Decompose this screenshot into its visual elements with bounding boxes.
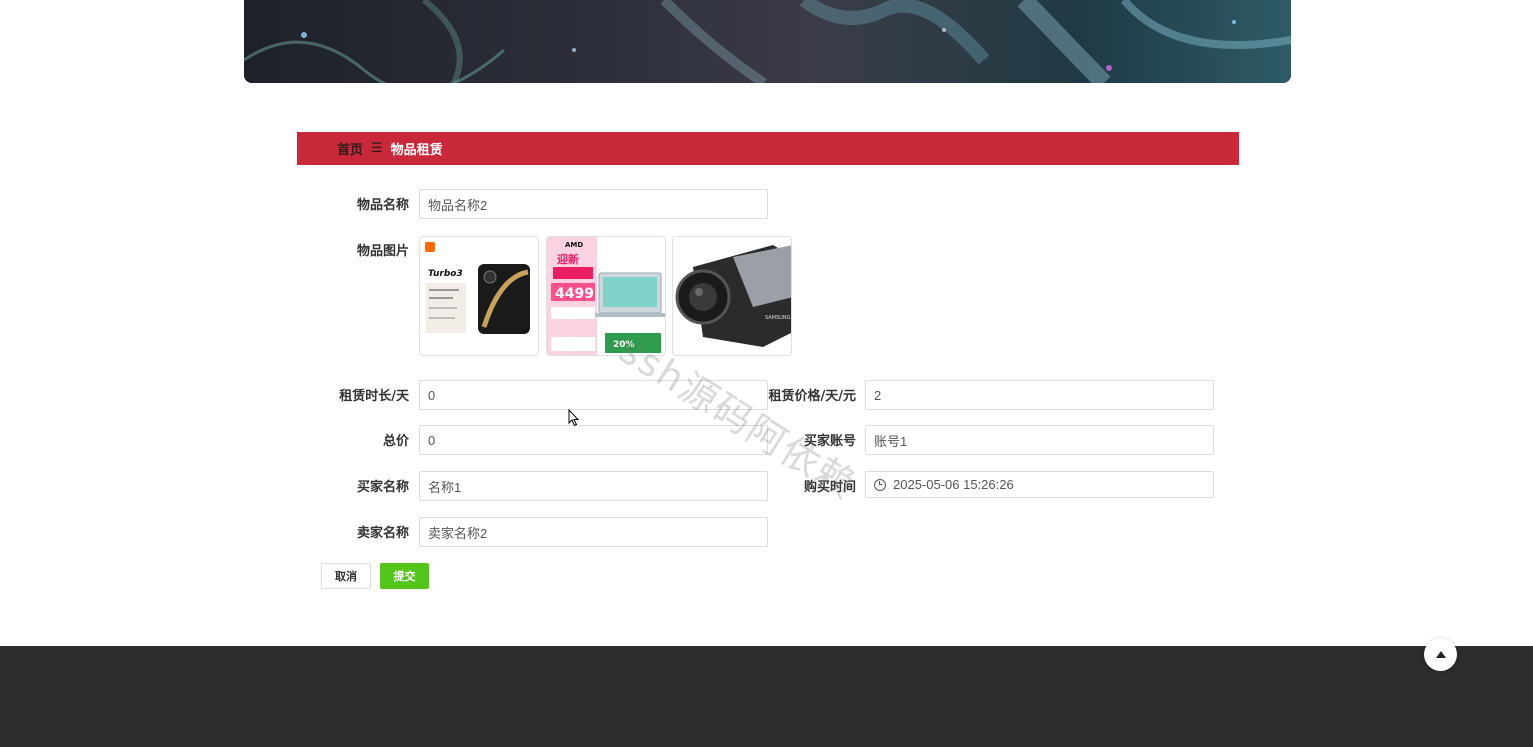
breadcrumb-current: 物品租赁	[390, 143, 443, 158]
thumb2-title: 迎新	[557, 252, 579, 266]
breadcrumb-separator-icon: ☰	[371, 141, 383, 156]
buyer-name-input[interactable]: 名称1	[419, 471, 768, 501]
buyer-name-label: 买家名称	[356, 480, 409, 495]
total-price-value: 0	[428, 432, 436, 448]
top-banner-image	[244, 0, 1291, 83]
purchase-time-label: 购买时间	[803, 480, 856, 495]
seller-name-input[interactable]: 卖家名称2	[419, 517, 768, 547]
rental-days-label: 租赁时长/天	[339, 389, 409, 404]
item-name-value: 物品名称2	[428, 197, 488, 213]
rental-price-label: 租赁价格/天/元	[768, 389, 857, 404]
thumb2-price: 4499	[555, 286, 594, 302]
arrow-up-icon	[1435, 651, 1446, 658]
back-to-top-button[interactable]	[1424, 638, 1457, 671]
seller-name-label: 卖家名称	[356, 526, 409, 541]
breadcrumb-home-link[interactable]: 首页	[337, 139, 363, 158]
rental-days-value: 0	[428, 387, 436, 403]
item-image-thumbnail-1[interactable]: Turbo3	[419, 236, 539, 356]
breadcrumb: 首页 ☰ 物品租赁	[297, 132, 1239, 165]
total-price-label: 总价	[382, 434, 409, 449]
item-name-label: 物品名称	[356, 198, 409, 213]
thumb1-text: Turbo3	[428, 269, 463, 279]
item-image-thumbnail-2[interactable]: AMD 迎新 4499 20%	[546, 236, 666, 356]
buyer-account-value: 账号1	[874, 433, 908, 449]
seller-name-value: 卖家名称2	[428, 525, 488, 541]
thumb3-brand: SAMSUNG	[765, 315, 791, 321]
purchase-time-picker[interactable]: 2025-05-06 15:26:26	[865, 471, 1214, 498]
rental-price-input[interactable]: 2	[865, 380, 1214, 410]
item-image-thumbnail-3[interactable]: SAMSUNG	[672, 236, 792, 356]
cancel-button[interactable]: 取消	[321, 563, 371, 589]
thumb2-brand: AMD	[565, 241, 583, 249]
total-price-input[interactable]: 0	[419, 425, 768, 455]
rental-days-input[interactable]: 0	[419, 380, 768, 410]
buyer-name-value: 名称1	[428, 479, 462, 495]
svg-text:20%: 20%	[613, 340, 635, 350]
page-footer	[0, 646, 1533, 747]
submit-button[interactable]: 提交	[380, 563, 429, 589]
rental-price-value: 2	[874, 387, 882, 403]
item-name-field[interactable]: 物品名称2	[419, 189, 768, 219]
purchase-time-value: 2025-05-06 15:26:26	[893, 477, 1014, 492]
item-images-label: 物品图片	[356, 244, 409, 259]
buyer-account-label: 买家账号	[803, 434, 856, 449]
clock-icon	[874, 478, 886, 491]
mouse-cursor-icon	[568, 409, 580, 427]
buyer-account-input[interactable]: 账号1	[865, 425, 1214, 455]
